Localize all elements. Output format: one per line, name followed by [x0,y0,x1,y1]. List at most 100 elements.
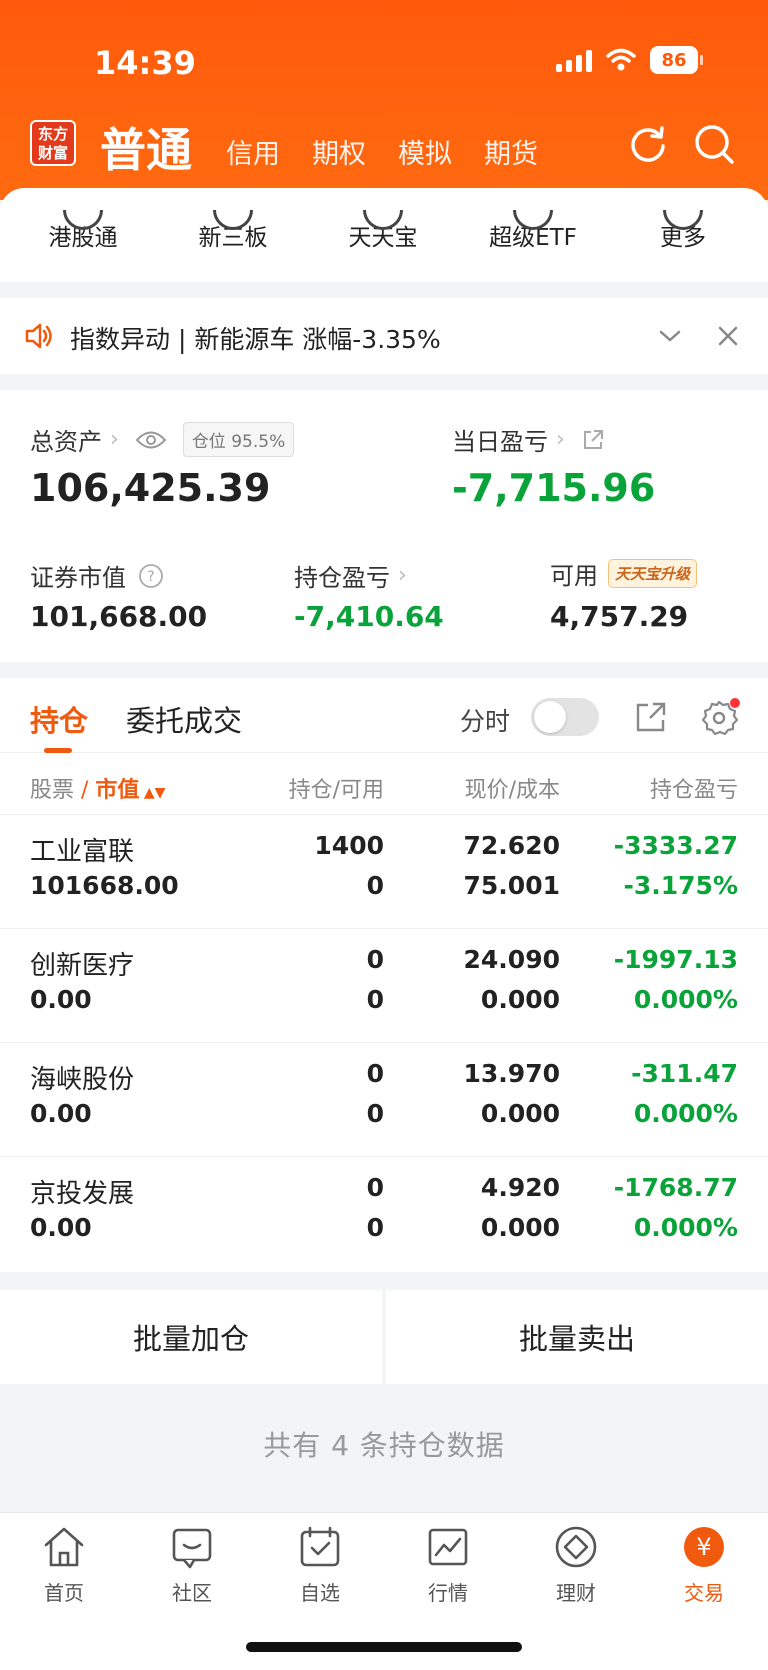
chevron-down-icon[interactable] [658,326,682,346]
trade-symbol: ¥ [696,1533,711,1561]
share-icon[interactable] [634,700,668,734]
holding-pl-value: -7,410.64 [294,600,444,633]
stock-cost: 0.000 [480,1213,560,1242]
tabbar-label: 交易 [684,1581,724,1605]
available-value: 4,757.29 [550,600,689,633]
stock-market-value: 0.00 [30,1213,92,1242]
tabbar-wealth[interactable]: 理财 [526,1523,626,1606]
fenshi-label: 分时 [460,707,511,736]
tabbar-home[interactable]: 首页 [14,1523,114,1606]
holding-row[interactable]: 创新医疗 0.00 0 0 24.090 0.000 -1997.13 0.00… [0,928,768,1042]
stock-market-value: 0.00 [30,985,92,1014]
search-icon[interactable] [692,122,736,166]
notice-bar[interactable]: 指数异动 | 新能源车 涨幅-3.35% [0,298,768,374]
total-assets-label[interactable]: 总资产 [30,422,102,457]
stock-cost: 75.001 [463,871,560,900]
tabbar-label: 首页 [44,1581,84,1605]
stock-market-value: 101668.00 [30,871,179,900]
status-time: 14:39 [94,44,196,82]
stock-pl-pct: 0.000% [633,1213,738,1242]
share-icon[interactable] [581,428,605,452]
speaker-icon [25,323,52,349]
chevron-right-icon: › [398,563,407,588]
app-header: 14:39 86 东方财富 普通 信用 期权 模拟 期货 [0,0,768,200]
settings-gear-icon[interactable] [700,698,740,738]
tiantianbao-upgrade-badge[interactable]: 天天宝升级 [608,559,698,588]
market-value: 101,668.00 [30,600,208,633]
stock-position: 0 [366,945,384,974]
svg-text:?: ? [147,569,154,585]
stock-position: 0 [366,1059,384,1088]
tabbar-trade[interactable]: ¥ 交易 [654,1523,754,1606]
stock-pl: -1997.13 [613,945,738,974]
checklist-icon [300,1526,340,1567]
col-header-price[interactable]: 现价/成本 [465,772,560,804]
stock-market-value: 0.00 [30,1099,92,1128]
fenshi-toggle[interactable] [531,698,599,736]
stock-price: 4.920 [480,1173,560,1202]
daily-pl-label[interactable]: 当日盈亏 [452,422,548,457]
account-type-tabs: 信用 期权 模拟 期货 [226,132,538,171]
holding-row[interactable]: 京投发展 0.00 0 0 4.920 0.000 -1768.77 0.000… [0,1156,768,1270]
holdings-count-summary: 共有 4 条持仓数据 [263,1429,505,1462]
home-indicator [246,1642,522,1652]
help-icon[interactable]: ? [138,563,164,589]
col-header-position[interactable]: 持仓/可用 [289,772,384,804]
status-icons: 86 [556,46,703,74]
holding-row[interactable]: 工业富联 101668.00 1400 0 72.620 75.001 -333… [0,814,768,928]
diamond-coin-icon [555,1526,597,1568]
home-icon [44,1527,84,1567]
tab-simulation[interactable]: 模拟 [398,132,452,171]
cellular-signal-icon [556,48,592,72]
notice-text: 指数异动 | 新能源车 涨幅-3.35% [70,325,441,354]
close-icon[interactable] [716,324,740,348]
col-header-stock[interactable]: 股票 / 市值 ▲▼ [30,772,165,804]
stock-pl: -3333.27 [613,831,738,860]
batch-add-button[interactable]: 批量加仓 [0,1290,382,1384]
stock-price: 24.090 [463,945,560,974]
chevron-right-icon: › [556,427,565,452]
quick-item-super-etf[interactable]: 超级ETF [458,210,608,252]
stock-name: 京投发展 [30,1179,135,1209]
tab-normal[interactable]: 普通 [100,114,192,180]
position-ratio-badge: 仓位 95.5% [182,422,295,457]
tabbar-watchlist[interactable]: 自选 [270,1523,370,1606]
battery-icon: 86 [650,46,703,74]
quick-item-neeq[interactable]: 新三板 [158,210,308,252]
stock-pl: -311.47 [631,1059,738,1088]
tab-futures[interactable]: 期货 [484,132,538,171]
app-logo: 东方财富 [30,120,76,166]
eye-icon[interactable] [135,429,167,451]
stock-pl-pct: 0.000% [633,1099,738,1128]
stock-cost: 0.000 [480,985,560,1014]
quick-item-more[interactable]: 更多 [608,210,758,252]
quick-item-tiantianbao[interactable]: 天天宝 [308,210,458,252]
batch-sell-button[interactable]: 批量卖出 [386,1290,768,1384]
wifi-icon [606,48,636,71]
stock-available: 0 [366,871,384,900]
tab-orders[interactable]: 委托成交 [126,698,242,740]
quick-item-hk-connect[interactable]: 港股通 [8,210,158,252]
tab-options[interactable]: 期权 [312,132,366,171]
tab-credit[interactable]: 信用 [226,132,280,171]
stock-cost: 0.000 [480,1099,560,1128]
tabbar-community[interactable]: 社区 [142,1523,242,1606]
stock-available: 0 [366,985,384,1014]
stock-available: 0 [366,1099,384,1128]
stock-name: 工业富联 [30,837,135,867]
holding-pl-label[interactable]: 持仓盈亏 [294,558,390,593]
tab-holdings[interactable]: 持仓 [30,698,88,740]
total-assets-value: 106,425.39 [30,466,271,510]
market-value-label: 证券市值 [30,564,126,592]
tabbar-label: 自选 [300,1581,340,1605]
tabbar-market[interactable]: 行情 [398,1523,498,1606]
stock-pl-pct: 0.000% [633,985,738,1014]
stock-pl: -1768.77 [613,1173,738,1202]
stock-name: 创新医疗 [30,951,135,981]
refresh-icon[interactable] [626,122,670,166]
tabbar-label: 社区 [172,1581,212,1605]
col-header-pl[interactable]: 持仓盈亏 [650,772,738,804]
daily-pl-value: -7,715.96 [452,466,656,510]
line-chart-icon [428,1528,468,1566]
holding-row[interactable]: 海峡股份 0.00 0 0 13.970 0.000 -311.47 0.000… [0,1042,768,1156]
